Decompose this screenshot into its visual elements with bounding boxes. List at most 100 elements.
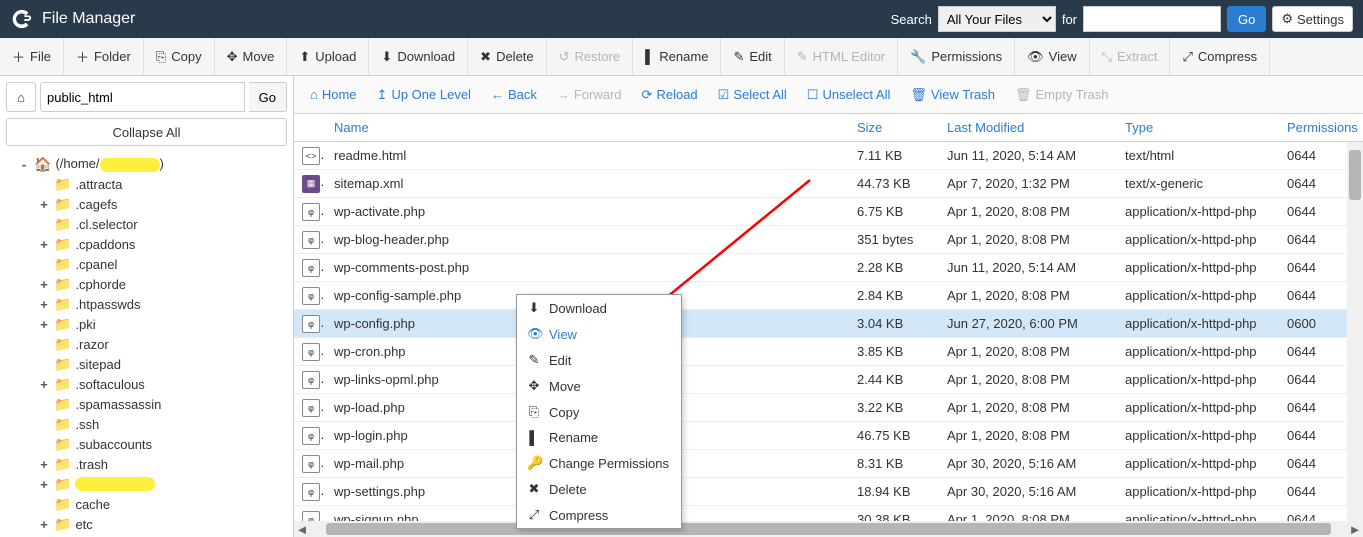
- cm-copy[interactable]: ⎘Copy: [517, 399, 681, 425]
- folder-cpaddons[interactable]: +📁.cpaddons: [0, 234, 293, 254]
- tree-toggle-icon[interactable]: +: [38, 197, 50, 212]
- search-go-button[interactable]: Go: [1227, 6, 1266, 32]
- table-row[interactable]: φwp-activate.php6.75 KBApr 1, 2020, 8:08…: [294, 198, 1363, 226]
- tree-toggle-icon[interactable]: -: [18, 157, 30, 172]
- folder-pki[interactable]: +📁.pki: [0, 314, 293, 334]
- edit-icon: ✎: [733, 49, 744, 65]
- nav-reload-button[interactable]: ⟳Reload: [634, 81, 706, 109]
- folder-trash[interactable]: +📁.trash: [0, 454, 293, 474]
- tree-toggle-icon[interactable]: +: [38, 237, 50, 252]
- folder-spamassassin[interactable]: 📁.spamassassin: [0, 394, 293, 414]
- table-row[interactable]: φwp-load.php3.22 KBApr 1, 2020, 8:08 PMa…: [294, 394, 1363, 422]
- tree-toggle-icon[interactable]: +: [38, 297, 50, 312]
- settings-button[interactable]: ⚙ Settings: [1272, 6, 1353, 32]
- folder-subaccounts[interactable]: 📁.subaccounts: [0, 434, 293, 454]
- new-file-button[interactable]: ＋File: [0, 38, 64, 75]
- permissions-button[interactable]: 🔧Permissions: [898, 38, 1015, 75]
- download-button[interactable]: ⬇Download: [369, 38, 468, 75]
- scroll-left-icon[interactable]: ◄: [294, 522, 310, 537]
- new-folder-button[interactable]: ＋Folder: [64, 38, 144, 75]
- scroll-right-icon[interactable]: ►: [1347, 522, 1363, 537]
- nav-back-button[interactable]: ←Back: [483, 81, 545, 108]
- path-go-button[interactable]: Go: [249, 82, 287, 112]
- folder-icon: 📁: [54, 336, 71, 353]
- copy-button[interactable]: ⎘Copy: [144, 38, 215, 75]
- cm-move[interactable]: ✥Move: [517, 373, 681, 399]
- cm-compress[interactable]: ⤢Compress: [517, 502, 681, 528]
- file-icon: φ: [302, 343, 320, 361]
- cm-rename[interactable]: ▌Rename: [517, 425, 681, 450]
- col-modified[interactable]: Last Modified: [939, 120, 1117, 135]
- restore-button: ↺Restore: [547, 38, 633, 75]
- folder-softaculous[interactable]: +📁.softaculous: [0, 374, 293, 394]
- col-name[interactable]: Name: [326, 120, 849, 135]
- folder-redacted[interactable]: +📁: [0, 474, 293, 494]
- extract-icon: ⤡: [1102, 49, 1112, 65]
- table-row[interactable]: <>readme.html7.11 KBJun 11, 2020, 5:14 A…: [294, 142, 1363, 170]
- selectall-icon: ☑: [718, 87, 730, 103]
- tree-toggle-icon[interactable]: +: [38, 317, 50, 332]
- table-row[interactable]: φwp-login.php46.75 KBApr 1, 2020, 8:08 P…: [294, 422, 1363, 450]
- horizontal-scrollbar[interactable]: ◄ ►: [294, 521, 1363, 537]
- folder-cpanel[interactable]: 📁.cpanel: [0, 254, 293, 274]
- table-row[interactable]: ▦sitemap.xml44.73 KBApr 7, 2020, 1:32 PM…: [294, 170, 1363, 198]
- folder-htpasswds[interactable]: +📁.htpasswds: [0, 294, 293, 314]
- cm-download[interactable]: ⬇Download: [517, 295, 681, 321]
- table-row[interactable]: φwp-config.php3.04 KBJun 27, 2020, 6:00 …: [294, 310, 1363, 338]
- cm-view[interactable]: 👁View: [517, 321, 681, 347]
- move-button[interactable]: ✥Move: [215, 38, 288, 75]
- cm-delete[interactable]: ✖Delete: [517, 476, 681, 502]
- cm-download-icon: ⬇: [527, 300, 541, 316]
- view-trash-button[interactable]: 🗑View Trash: [902, 81, 1003, 109]
- folder-cphorde[interactable]: +📁.cphorde: [0, 274, 293, 294]
- col-type[interactable]: Type: [1117, 120, 1279, 135]
- root-home[interactable]: -🏠(/home/): [0, 154, 293, 174]
- col-size[interactable]: Size: [849, 120, 939, 135]
- table-row[interactable]: φwp-settings.php18.94 KBApr 30, 2020, 5:…: [294, 478, 1363, 506]
- upload-button[interactable]: ⬆Upload: [287, 38, 369, 75]
- table-row[interactable]: φwp-blog-header.php351 bytesApr 1, 2020,…: [294, 226, 1363, 254]
- select-all-button[interactable]: ☑Select All: [710, 81, 795, 109]
- collapse-all-button[interactable]: Collapse All: [6, 118, 287, 146]
- rename-button[interactable]: ▌Rename: [633, 38, 721, 75]
- cm-rename-icon: ▌: [527, 430, 541, 445]
- folder-razor[interactable]: 📁.razor: [0, 334, 293, 354]
- table-row[interactable]: φwp-config-sample.php2.84 KBApr 1, 2020,…: [294, 282, 1363, 310]
- table-row[interactable]: φwp-comments-post.php2.28 KBJun 11, 2020…: [294, 254, 1363, 282]
- path-input[interactable]: [40, 82, 245, 112]
- col-permissions[interactable]: Permissions: [1279, 120, 1363, 135]
- folder-sitepad[interactable]: 📁.sitepad: [0, 354, 293, 374]
- vertical-scrollbar[interactable]: [1347, 142, 1363, 521]
- tree-toggle-icon[interactable]: +: [38, 277, 50, 292]
- search-scope-select[interactable]: All Your Files: [938, 6, 1056, 32]
- delete-button[interactable]: ✖Delete: [468, 38, 546, 75]
- view-button[interactable]: 👁View: [1015, 38, 1089, 75]
- tree-toggle-icon[interactable]: +: [38, 477, 50, 492]
- folder-clselector[interactable]: 📁.cl.selector: [0, 214, 293, 234]
- compress-button[interactable]: ⤢Compress: [1170, 38, 1270, 75]
- compress-icon: ⤢: [1182, 49, 1192, 65]
- edit-button[interactable]: ✎Edit: [721, 38, 784, 75]
- cm-permissions[interactable]: 🔑Change Permissions: [517, 450, 681, 476]
- tree-toggle-icon[interactable]: +: [38, 457, 50, 472]
- home-button[interactable]: ⌂: [6, 82, 36, 112]
- unselect-icon: ☐: [807, 87, 819, 103]
- table-row[interactable]: φwp-cron.php3.85 KBApr 1, 2020, 8:08 PMa…: [294, 338, 1363, 366]
- app-title: File Manager: [42, 10, 891, 28]
- folder-ssh[interactable]: 📁.ssh: [0, 414, 293, 434]
- tree-toggle-icon[interactable]: +: [38, 517, 50, 532]
- topbar: File Manager Search All Your Files for G…: [0, 0, 1363, 38]
- table-row[interactable]: φwp-links-opml.php2.44 KBApr 1, 2020, 8:…: [294, 366, 1363, 394]
- cm-edit[interactable]: ✎Edit: [517, 347, 681, 373]
- tree-toggle-icon[interactable]: +: [38, 377, 50, 392]
- table-row[interactable]: φwp-signup.php30.38 KBApr 1, 2020, 8:08 …: [294, 506, 1363, 521]
- unselect-all-button[interactable]: ☐Unselect All: [799, 81, 899, 109]
- nav-up-button[interactable]: ↥Up One Level: [369, 81, 479, 109]
- table-row[interactable]: φwp-mail.php8.31 KBApr 30, 2020, 5:16 AM…: [294, 450, 1363, 478]
- folder-etc[interactable]: +📁etc: [0, 514, 293, 534]
- search-input[interactable]: [1083, 6, 1221, 32]
- nav-home-button[interactable]: ⌂Home: [302, 81, 365, 108]
- folder-attracta[interactable]: 📁.attracta: [0, 174, 293, 194]
- folder-cache[interactable]: 📁cache: [0, 494, 293, 514]
- folder-cagefs[interactable]: +📁.cagefs: [0, 194, 293, 214]
